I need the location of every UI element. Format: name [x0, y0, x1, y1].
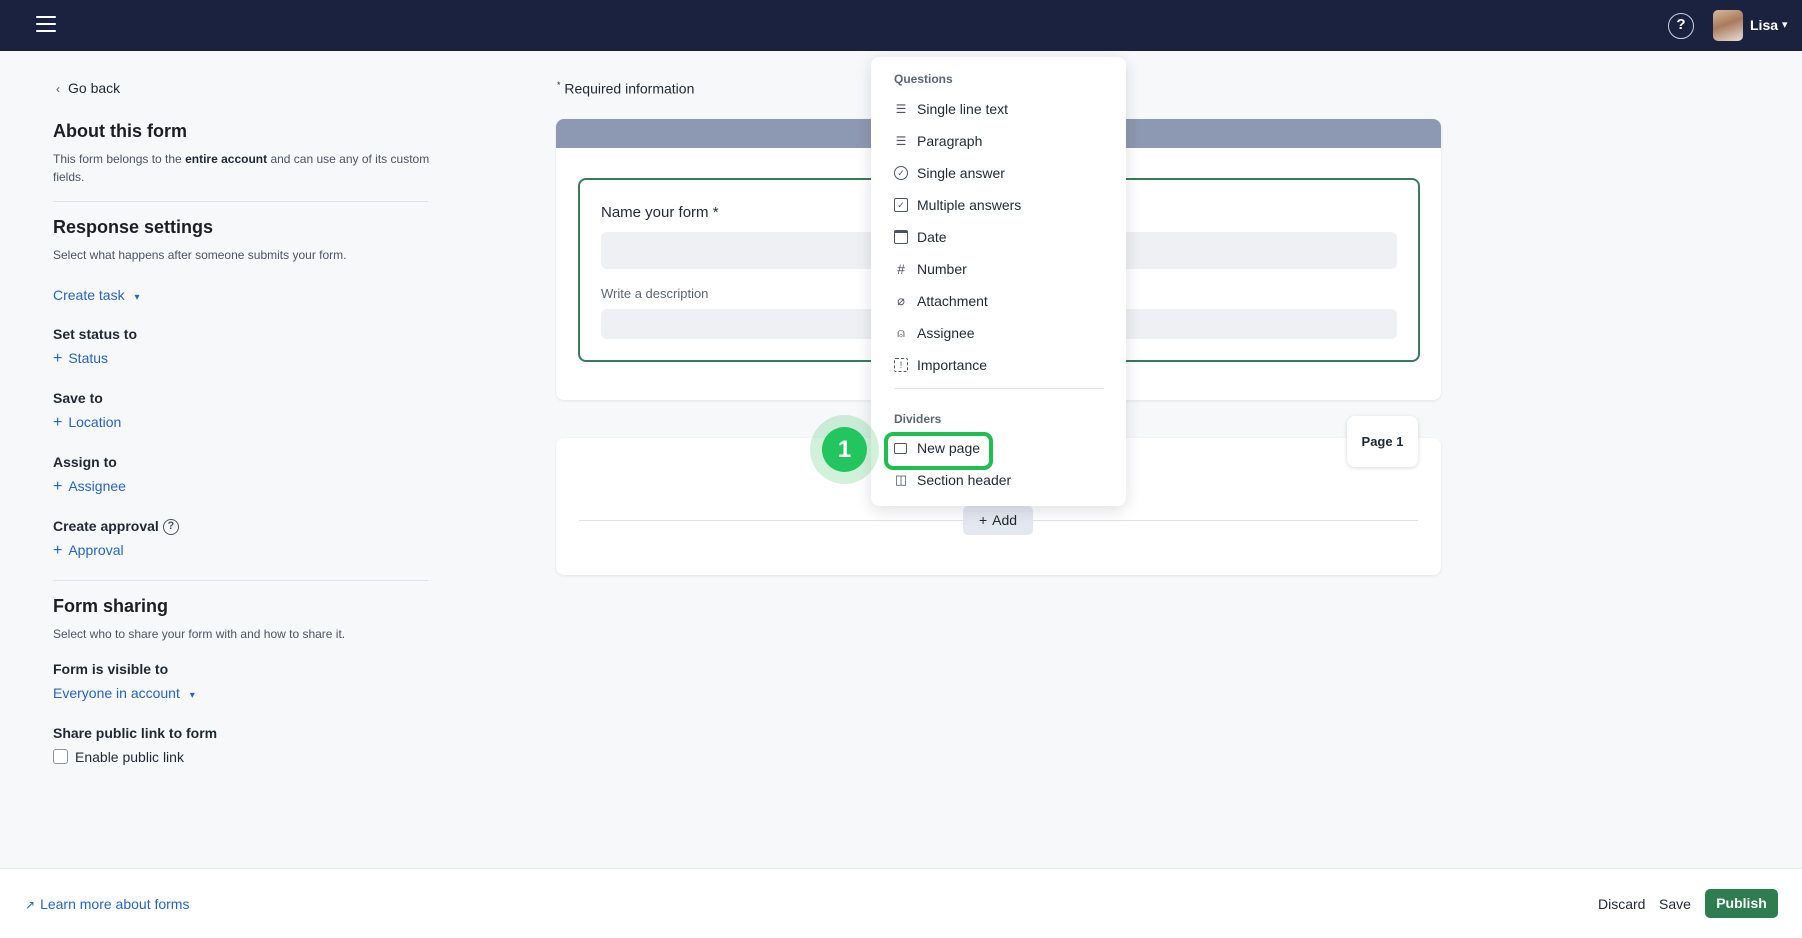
- about-form-description: This form belongs to the entire account …: [53, 150, 438, 186]
- menu-icon[interactable]: [36, 16, 56, 34]
- highlight-box: [884, 432, 993, 470]
- approval-link-label: Approval: [68, 542, 124, 558]
- learn-more-label: Learn more about forms: [40, 896, 190, 912]
- menu-item-importance[interactable]: ! Importance: [894, 355, 1104, 379]
- enable-public-link-label[interactable]: Enable public link: [75, 749, 184, 765]
- menu-item-label: Single answer: [917, 165, 1005, 181]
- person-icon: ⍝: [897, 325, 905, 340]
- page-badge: Page 1: [1347, 416, 1418, 467]
- create-approval-text: Create approval: [53, 518, 159, 534]
- step-marker: 1: [822, 427, 867, 472]
- add-status-link[interactable]: + Status: [53, 350, 108, 368]
- form-name-label: Name your form *: [601, 204, 719, 221]
- plus-icon: +: [53, 542, 63, 559]
- menu-item-label: Paragraph: [917, 133, 983, 149]
- chevron-down-icon[interactable]: ▾: [1782, 18, 1788, 31]
- about-desc-bold: entire account: [185, 152, 268, 166]
- required-info-note: * Required information: [557, 80, 694, 97]
- checkbox-icon: ✓: [894, 198, 908, 212]
- set-status-label: Set status to: [53, 326, 138, 342]
- assign-to-label: Assign to: [53, 454, 117, 470]
- location-link-label: Location: [68, 414, 122, 430]
- user-name[interactable]: Lisa: [1750, 17, 1778, 33]
- menu-item-attachment[interactable]: ⌀ Attachment: [894, 291, 1104, 315]
- text-lines-icon: ☰: [895, 102, 907, 116]
- chevron-left-icon: ‹: [56, 82, 60, 96]
- create-task-dropdown[interactable]: Create task ▾: [53, 287, 140, 303]
- menu-item-paragraph[interactable]: ☰ Paragraph: [894, 131, 1104, 155]
- divider: [53, 201, 428, 202]
- response-settings-title: Response settings: [53, 217, 214, 237]
- save-button[interactable]: Save: [1659, 896, 1691, 912]
- importance-icon: !: [894, 358, 908, 372]
- menu-item-label: Assignee: [917, 325, 975, 341]
- plus-icon: +: [53, 478, 63, 495]
- description-label: Write a description: [601, 286, 709, 301]
- go-back-label: Go back: [68, 80, 121, 96]
- create-task-label: Create task: [53, 287, 125, 303]
- menu-item-multiple-answers[interactable]: ✓ Multiple answers: [894, 195, 1104, 219]
- menu-item-single-answer[interactable]: ✓ Single answer: [894, 163, 1104, 187]
- chevron-down-icon: ▾: [134, 292, 140, 303]
- publish-button[interactable]: Publish: [1705, 889, 1778, 918]
- assignee-link-label: Assignee: [68, 478, 126, 494]
- divider: [894, 388, 1104, 389]
- menu-item-date[interactable]: Date: [894, 227, 1104, 251]
- paragraph-icon: ☰: [895, 134, 907, 148]
- menu-item-assignee[interactable]: ⍝ Assignee: [894, 323, 1104, 347]
- divider: [53, 580, 428, 581]
- book-icon: ◫: [894, 472, 908, 487]
- avatar[interactable]: [1713, 10, 1743, 41]
- paperclip-icon: ⌀: [897, 293, 905, 308]
- menu-item-label: Importance: [917, 357, 988, 373]
- required-info-text: Required information: [560, 80, 695, 97]
- menu-item-label: Single line text: [917, 101, 1009, 117]
- plus-icon: +: [53, 350, 63, 367]
- menu-item-single-line-text[interactable]: ☰ Single line text: [894, 99, 1104, 123]
- add-approval-link[interactable]: + Approval: [53, 542, 124, 560]
- external-link-icon: ↗: [25, 898, 36, 912]
- plus-icon: +: [53, 414, 63, 431]
- questions-group-title: Questions: [894, 72, 953, 86]
- menu-item-label: Date: [917, 229, 947, 245]
- discard-button[interactable]: Discard: [1598, 896, 1645, 912]
- status-link-label: Status: [68, 350, 109, 366]
- form-sharing-title: Form sharing: [53, 596, 169, 616]
- plus-icon: +: [978, 512, 988, 528]
- add-location-link[interactable]: + Location: [53, 414, 121, 432]
- about-desc-pre: This form belongs to the: [53, 152, 186, 166]
- menu-item-label: Attachment: [917, 293, 988, 309]
- save-to-label: Save to: [53, 390, 103, 406]
- question-icon[interactable]: ?: [162, 519, 179, 536]
- learn-more-link[interactable]: ↗ Learn more about forms: [25, 896, 189, 912]
- public-link-label: Share public link to form: [53, 725, 218, 741]
- hash-icon: #: [897, 261, 905, 277]
- menu-item-label: Section header: [917, 472, 1012, 488]
- response-settings-description: Select what happens after someone submit…: [53, 248, 347, 262]
- menu-item-label: Multiple answers: [917, 197, 1022, 213]
- form-sharing-description: Select who to share your form with and h…: [53, 627, 346, 641]
- visible-to-label: Form is visible to: [53, 661, 169, 677]
- chevron-down-icon: ▾: [189, 690, 195, 701]
- add-button[interactable]: + Add: [963, 506, 1033, 535]
- top-bar: ? Lisa ▾: [0, 0, 1802, 51]
- visibility-dropdown[interactable]: Everyone in account ▾: [53, 685, 195, 701]
- go-back-link[interactable]: ‹ Go back: [56, 80, 120, 96]
- dividers-group-title: Dividers: [894, 412, 942, 426]
- visibility-value: Everyone in account: [53, 685, 180, 701]
- add-assignee-link[interactable]: + Assignee: [53, 478, 126, 496]
- menu-item-label: Number: [917, 261, 967, 277]
- help-icon[interactable]: ?: [1668, 13, 1694, 39]
- menu-item-section-header[interactable]: ◫ Section header: [894, 470, 1104, 494]
- create-approval-label: Create approval?: [53, 518, 179, 536]
- menu-item-number[interactable]: # Number: [894, 259, 1104, 283]
- footer: ↗ Learn more about forms Discard Save Pub…: [0, 868, 1802, 938]
- add-label: Add: [992, 512, 1018, 528]
- enable-public-link-checkbox[interactable]: [53, 749, 68, 764]
- check-circle-icon: ✓: [894, 166, 908, 180]
- calendar-icon: [894, 230, 908, 244]
- about-form-title: About this form: [53, 121, 187, 141]
